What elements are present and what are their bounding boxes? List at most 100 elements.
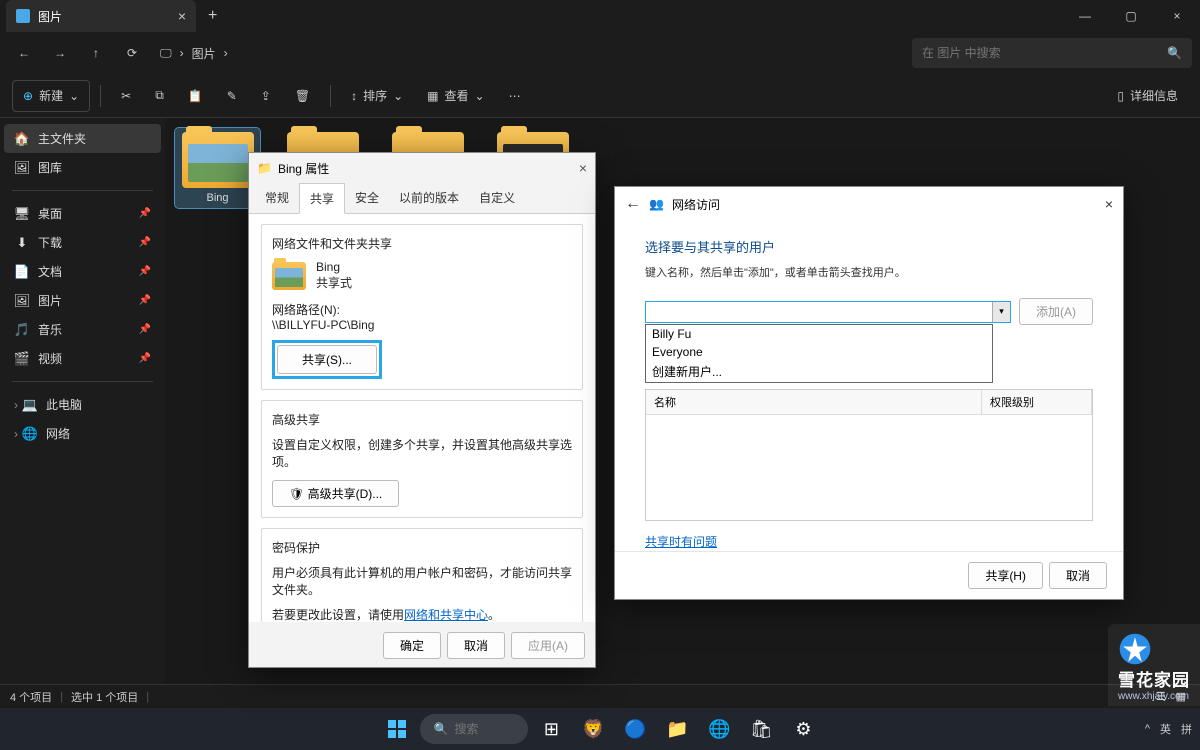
maximize-button[interactable]: ▢ bbox=[1108, 0, 1154, 32]
taskbar-app[interactable]: ⚙ bbox=[784, 710, 822, 748]
dropdown-option[interactable]: 创建新用户... bbox=[646, 361, 992, 382]
sidebar-item-home[interactable]: 🏠主文件夹 bbox=[4, 124, 161, 153]
task-view-button[interactable]: ⊞ bbox=[532, 710, 570, 748]
taskbar-store[interactable]: 🛍 bbox=[742, 710, 780, 748]
user-list-body[interactable] bbox=[646, 415, 1092, 520]
ok-button[interactable]: 确定 bbox=[383, 632, 441, 659]
tab-share[interactable]: 共享 bbox=[299, 183, 345, 214]
share-name: Bing bbox=[316, 260, 352, 274]
column-permission[interactable]: 权限级别 bbox=[982, 390, 1092, 414]
taskbar-app[interactable]: 🔵 bbox=[616, 710, 654, 748]
pictures-icon bbox=[16, 9, 30, 23]
forward-button[interactable]: → bbox=[44, 37, 76, 69]
sidebar-item-pictures[interactable]: 🖼图片📌 bbox=[4, 286, 161, 315]
close-button[interactable]: × bbox=[1154, 0, 1200, 32]
chevron-right-icon: › bbox=[224, 46, 228, 60]
sidebar-item-videos[interactable]: 🎬视频📌 bbox=[4, 344, 161, 373]
tab-previous[interactable]: 以前的版本 bbox=[389, 183, 469, 213]
dialog-titlebar[interactable]: 📁 Bing 属性 × bbox=[249, 153, 595, 183]
taskbar-explorer[interactable]: 📁 bbox=[658, 710, 696, 748]
watermark: 雪花家园 www.xhjaty.com bbox=[1108, 624, 1200, 706]
user-input[interactable] bbox=[646, 302, 992, 322]
delete-button[interactable]: 🗑 bbox=[285, 80, 320, 112]
taskbar-search[interactable]: 🔍 bbox=[420, 714, 529, 744]
taskbar-search-input[interactable] bbox=[454, 722, 514, 736]
tab-close-icon[interactable]: × bbox=[178, 8, 186, 24]
statusbar: 4 个项目 | 选中 1 个项目 | ☰ ▦ bbox=[0, 684, 1200, 708]
trash-icon: 🗑 bbox=[295, 89, 310, 103]
paste-icon: 📋 bbox=[188, 89, 203, 103]
watermark-url: www.xhjaty.com bbox=[1118, 691, 1190, 702]
sidebar-item-network[interactable]: ›🌐网络 bbox=[4, 419, 161, 448]
share-heading: 选择要与其共享的用户 bbox=[645, 237, 1093, 256]
search-input[interactable] bbox=[922, 46, 1167, 60]
dropdown-option[interactable]: Billy Fu bbox=[646, 325, 992, 343]
chevron-right-icon: › bbox=[14, 398, 18, 412]
view-button[interactable]: ▦ 查看 ⌄ bbox=[417, 80, 494, 112]
copy-button[interactable]: ⧉ bbox=[145, 80, 174, 112]
search-icon[interactable]: 🔍 bbox=[1167, 46, 1182, 60]
tab-security[interactable]: 安全 bbox=[345, 183, 389, 213]
folder-icon bbox=[182, 132, 254, 188]
tab-general[interactable]: 常规 bbox=[255, 183, 299, 213]
network-center-link[interactable]: 网络和共享中心 bbox=[404, 608, 488, 622]
dropdown-button[interactable]: ▾ bbox=[992, 302, 1010, 322]
home-icon: 🏠 bbox=[14, 131, 30, 147]
share-dialog: ← 👥 网络访问 × 选择要与其共享的用户 键入名称，然后单击"添加"，或者单击… bbox=[614, 186, 1124, 600]
up-button[interactable]: ↑ bbox=[80, 37, 112, 69]
share-button[interactable]: ⇪ bbox=[251, 80, 281, 112]
chevron-right-icon: › bbox=[14, 427, 18, 441]
help-link[interactable]: 共享时有问题 bbox=[645, 535, 717, 549]
details-icon: ▯ bbox=[1117, 89, 1124, 103]
share-button[interactable]: 共享(S)... bbox=[277, 345, 377, 374]
new-button[interactable]: ⊕ 新建 ⌄ bbox=[12, 80, 90, 112]
search-box[interactable]: 🔍 bbox=[912, 38, 1192, 68]
tray-chevron-icon[interactable]: ^ bbox=[1145, 723, 1150, 735]
system-tray[interactable]: ^ 英 拼 bbox=[1145, 721, 1192, 737]
sidebar-item-music[interactable]: 🎵音乐📌 bbox=[4, 315, 161, 344]
network-path: \\BILLYFU-PC\Bing bbox=[272, 318, 572, 332]
breadcrumb[interactable]: 🖵 › 图片 › bbox=[152, 45, 908, 62]
more-button[interactable]: ⋯ bbox=[499, 80, 531, 112]
new-tab-button[interactable]: + bbox=[196, 7, 229, 25]
cut-button[interactable]: ✂ bbox=[111, 80, 141, 112]
close-icon[interactable]: × bbox=[1105, 196, 1113, 212]
taskbar-app[interactable]: 🦁 bbox=[574, 710, 612, 748]
taskbar-edge[interactable]: 🌐 bbox=[700, 710, 738, 748]
advanced-share-button[interactable]: 🛡 高级共享(D)... bbox=[272, 480, 399, 507]
column-name[interactable]: 名称 bbox=[646, 390, 982, 414]
music-icon: 🎵 bbox=[14, 322, 30, 338]
apply-button[interactable]: 应用(A) bbox=[511, 632, 585, 659]
ime-indicator[interactable]: 英 bbox=[1160, 721, 1171, 737]
dropdown-option[interactable]: Everyone bbox=[646, 343, 992, 361]
cancel-button[interactable]: 取消 bbox=[1049, 562, 1107, 589]
close-icon[interactable]: × bbox=[579, 160, 587, 176]
start-button[interactable] bbox=[378, 710, 416, 748]
user-list: 名称 权限级别 bbox=[645, 389, 1093, 521]
tab[interactable]: 图片 × bbox=[6, 0, 196, 32]
sidebar-item-documents[interactable]: 📄文档📌 bbox=[4, 257, 161, 286]
minimize-button[interactable]: — bbox=[1062, 0, 1108, 32]
breadcrumb-item[interactable]: 图片 bbox=[192, 45, 216, 62]
monitor-icon: 🖵 bbox=[160, 46, 172, 61]
sidebar-item-downloads[interactable]: ⬇下载📌 bbox=[4, 228, 161, 257]
chevron-down-icon: ⌄ bbox=[475, 89, 485, 103]
user-combobox[interactable]: ▾ bbox=[645, 301, 1011, 323]
pc-icon: 💻 bbox=[22, 397, 38, 413]
sidebar-item-thispc[interactable]: ›💻此电脑 bbox=[4, 390, 161, 419]
details-pane-button[interactable]: ▯ 详细信息 bbox=[1107, 80, 1188, 112]
cancel-button[interactable]: 取消 bbox=[447, 632, 505, 659]
sort-button[interactable]: ↕ 排序 ⌄ bbox=[341, 80, 413, 112]
add-button[interactable]: 添加(A) bbox=[1019, 298, 1093, 325]
tab-custom[interactable]: 自定义 bbox=[469, 183, 525, 213]
share-confirm-button[interactable]: 共享(H) bbox=[968, 562, 1043, 589]
sidebar-item-gallery[interactable]: 🖼图库 bbox=[4, 153, 161, 182]
selected-count: 选中 1 个项目 bbox=[71, 689, 138, 705]
back-icon[interactable]: ← bbox=[625, 195, 641, 213]
sidebar-item-desktop[interactable]: 🖥桌面📌 bbox=[4, 199, 161, 228]
paste-button[interactable]: 📋 bbox=[178, 80, 213, 112]
ime-indicator[interactable]: 拼 bbox=[1181, 721, 1192, 737]
back-button[interactable]: ← bbox=[8, 37, 40, 69]
rename-button[interactable]: ✎ bbox=[217, 80, 247, 112]
refresh-button[interactable]: ⟳ bbox=[116, 37, 148, 69]
